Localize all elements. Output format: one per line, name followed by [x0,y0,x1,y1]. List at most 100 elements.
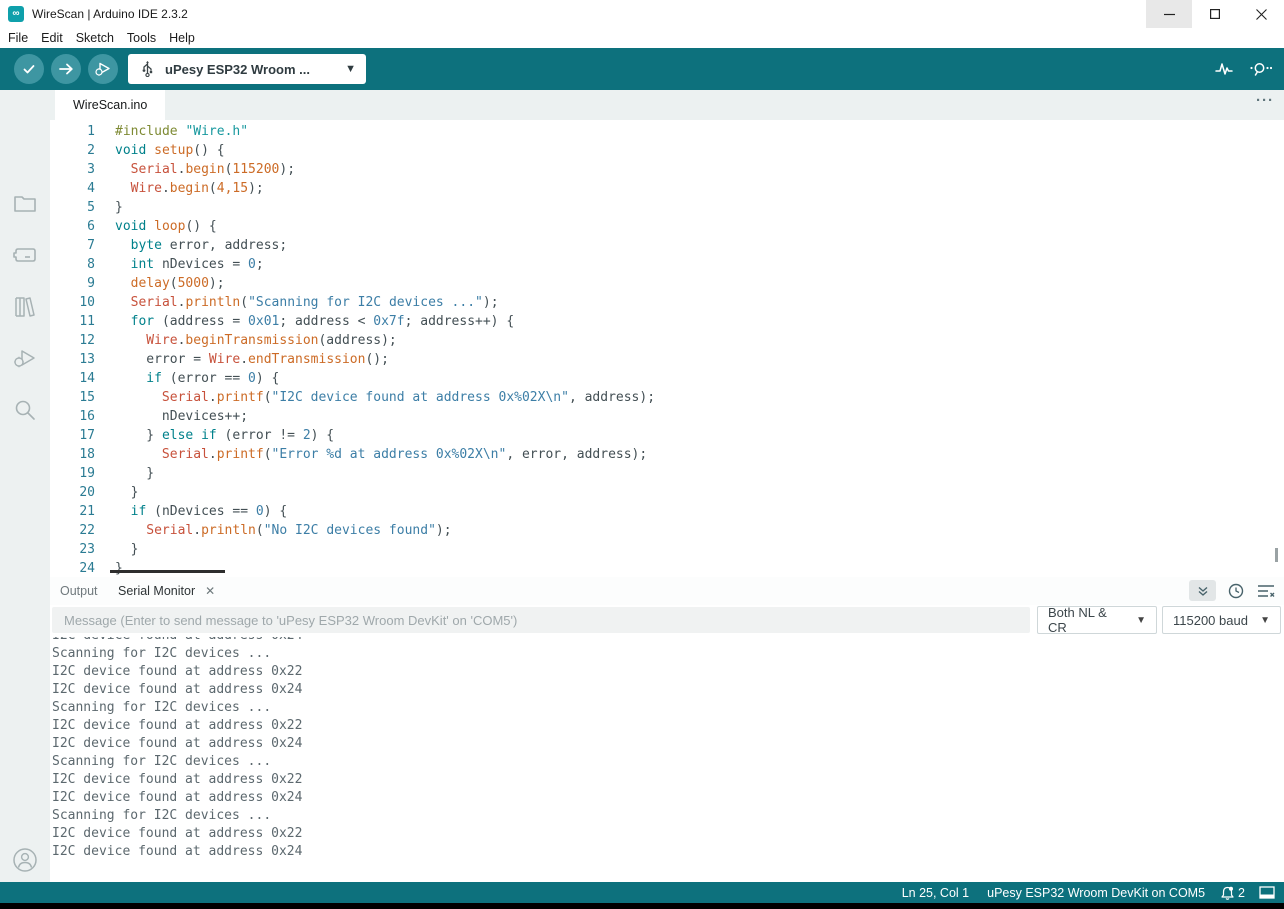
code-line: 9delay(5000); [50,274,1284,293]
code-line: 22Serial.println("No I2C devices found")… [50,521,1284,540]
tab-close-icon[interactable]: ✕ [205,584,215,598]
code-line: 21if (nDevices == 0) { [50,502,1284,521]
sidebar-item-library-manager[interactable] [12,294,38,320]
code-line: 11for (address = 0x01; address < 0x7f; a… [50,312,1284,331]
bottom-panel-header: Output Serial Monitor ✕ [50,577,1284,605]
code-line: 4Wire.begin(4,15); [50,179,1284,198]
serial-output-line: I2C device found at address 0x24 [52,637,1284,645]
collapse-panel-button[interactable] [1189,580,1216,601]
close-icon [1256,9,1267,20]
collapse-panel-icon [1197,585,1209,597]
status-board-port[interactable]: uPesy ESP32 Wroom DevKit on COM5 [987,886,1205,900]
timestamp-toggle-button[interactable] [1225,580,1246,601]
window-title: WireScan | Arduino IDE 2.3.2 [32,7,188,21]
code-line: 7byte error, address; [50,236,1284,255]
maximize-icon [1210,9,1220,19]
line-number: 7 [50,236,95,255]
code-line: 19} [50,464,1284,483]
code-line: 3Serial.begin(115200); [50,160,1284,179]
serial-message-input[interactable] [52,607,1030,633]
code-line: 14if (error == 0) { [50,369,1284,388]
line-number: 1 [50,122,95,141]
main-toolbar: uPesy ESP32 Wroom ... ▼ [0,48,1284,90]
screen-edge [0,903,1284,909]
sidebar-item-debug[interactable] [12,345,38,371]
menu-sketch[interactable]: Sketch [76,31,124,45]
code-line: 15Serial.printf("I2C device found at add… [50,388,1284,407]
serial-output-line: I2C device found at address 0x24 [52,681,1284,699]
scrollbar-thumb[interactable] [1275,548,1278,562]
line-number: 9 [50,274,95,293]
serial-output-line: Scanning for I2C devices ... [52,807,1284,825]
menu-file[interactable]: File [8,31,38,45]
minimize-button[interactable] [1146,0,1192,28]
maximize-button[interactable] [1192,0,1238,28]
baud-rate-dropdown[interactable]: 115200 baud ▼ [1162,606,1281,634]
sidebar-item-boards-manager[interactable] [12,242,38,268]
code-line: 2void setup() { [50,141,1284,160]
tab-overflow-menu[interactable]: ··· [1256,92,1274,109]
code-line: 1#include "Wire.h" [50,122,1284,141]
code-line: 12Wire.beginTransmission(address); [50,331,1284,350]
line-number: 19 [50,464,95,483]
notification-count: 2 [1238,886,1245,900]
tab-serial-monitor[interactable]: Serial Monitor ✕ [110,577,223,605]
line-number: 15 [50,388,95,407]
close-button[interactable] [1238,0,1284,28]
menu-edit[interactable]: Edit [41,31,73,45]
serial-output-line: I2C device found at address 0x22 [52,717,1284,735]
line-number: 8 [50,255,95,274]
upload-button[interactable] [51,54,81,84]
code-line: 5} [50,198,1284,217]
line-ending-value: Both NL & CR [1048,605,1128,635]
toggle-bottom-panel-button[interactable] [1259,886,1275,899]
line-number: 4 [50,179,95,198]
serial-plotter-button[interactable] [1210,55,1238,83]
tab-wirescan-ino[interactable]: WireScan.ino [55,90,165,120]
title-bar: ∞ WireScan | Arduino IDE 2.3.2 [0,0,1284,28]
code-line: 24} [50,559,1284,577]
menu-tools[interactable]: Tools [127,31,166,45]
code-area: 1#include "Wire.h"2void setup() {3Serial… [50,122,1284,577]
cursor-position[interactable]: Ln 25, Col 1 [902,886,969,900]
library-manager-icon [13,295,37,319]
board-selector-dropdown[interactable]: uPesy ESP32 Wroom ... ▼ [128,54,366,84]
tab-output[interactable]: Output [50,577,108,605]
notifications-button[interactable]: 2 [1221,886,1245,900]
tab-serial-monitor-label: Serial Monitor [118,584,195,598]
code-editor[interactable]: 1#include "Wire.h"2void setup() {3Serial… [50,120,1284,577]
line-number: 2 [50,141,95,160]
code-line: 10Serial.println("Scanning for I2C devic… [50,293,1284,312]
clear-output-button[interactable] [1255,580,1276,601]
line-number: 23 [50,540,95,559]
clear-output-icon [1257,584,1275,598]
chevron-down-icon: ▼ [345,63,356,75]
active-tab-indicator [110,570,225,573]
arduino-logo-icon: ∞ [8,6,24,22]
sketchbook-folder-icon [13,192,37,214]
line-number: 20 [50,483,95,502]
chevron-down-icon: ▼ [1136,615,1146,626]
serial-monitor-button[interactable] [1246,55,1274,83]
account-button[interactable] [12,847,38,873]
sidebar-item-search[interactable] [12,397,38,423]
line-ending-dropdown[interactable]: Both NL & CR ▼ [1037,606,1157,634]
line-number: 11 [50,312,95,331]
activity-sidebar [0,90,50,882]
sidebar-item-sketchbook[interactable] [12,190,38,216]
serial-plotter-icon [1214,60,1234,78]
line-number: 14 [50,369,95,388]
code-line: 20} [50,483,1284,502]
timestamp-clock-icon [1228,583,1244,599]
usb-icon [140,61,155,77]
line-number: 6 [50,217,95,236]
debug-button[interactable] [88,54,118,84]
status-bar: Ln 25, Col 1 uPesy ESP32 Wroom DevKit on… [0,882,1284,903]
verify-button[interactable] [14,54,44,84]
bottom-panel: Output Serial Monitor ✕ Both [50,577,1284,882]
search-icon [13,398,37,422]
serial-message-row: Both NL & CR ▼ 115200 baud ▼ [50,605,1284,637]
menu-bar: File Edit Sketch Tools Help [0,28,1284,48]
debug-sidebar-icon [12,347,38,369]
menu-help[interactable]: Help [169,31,205,45]
